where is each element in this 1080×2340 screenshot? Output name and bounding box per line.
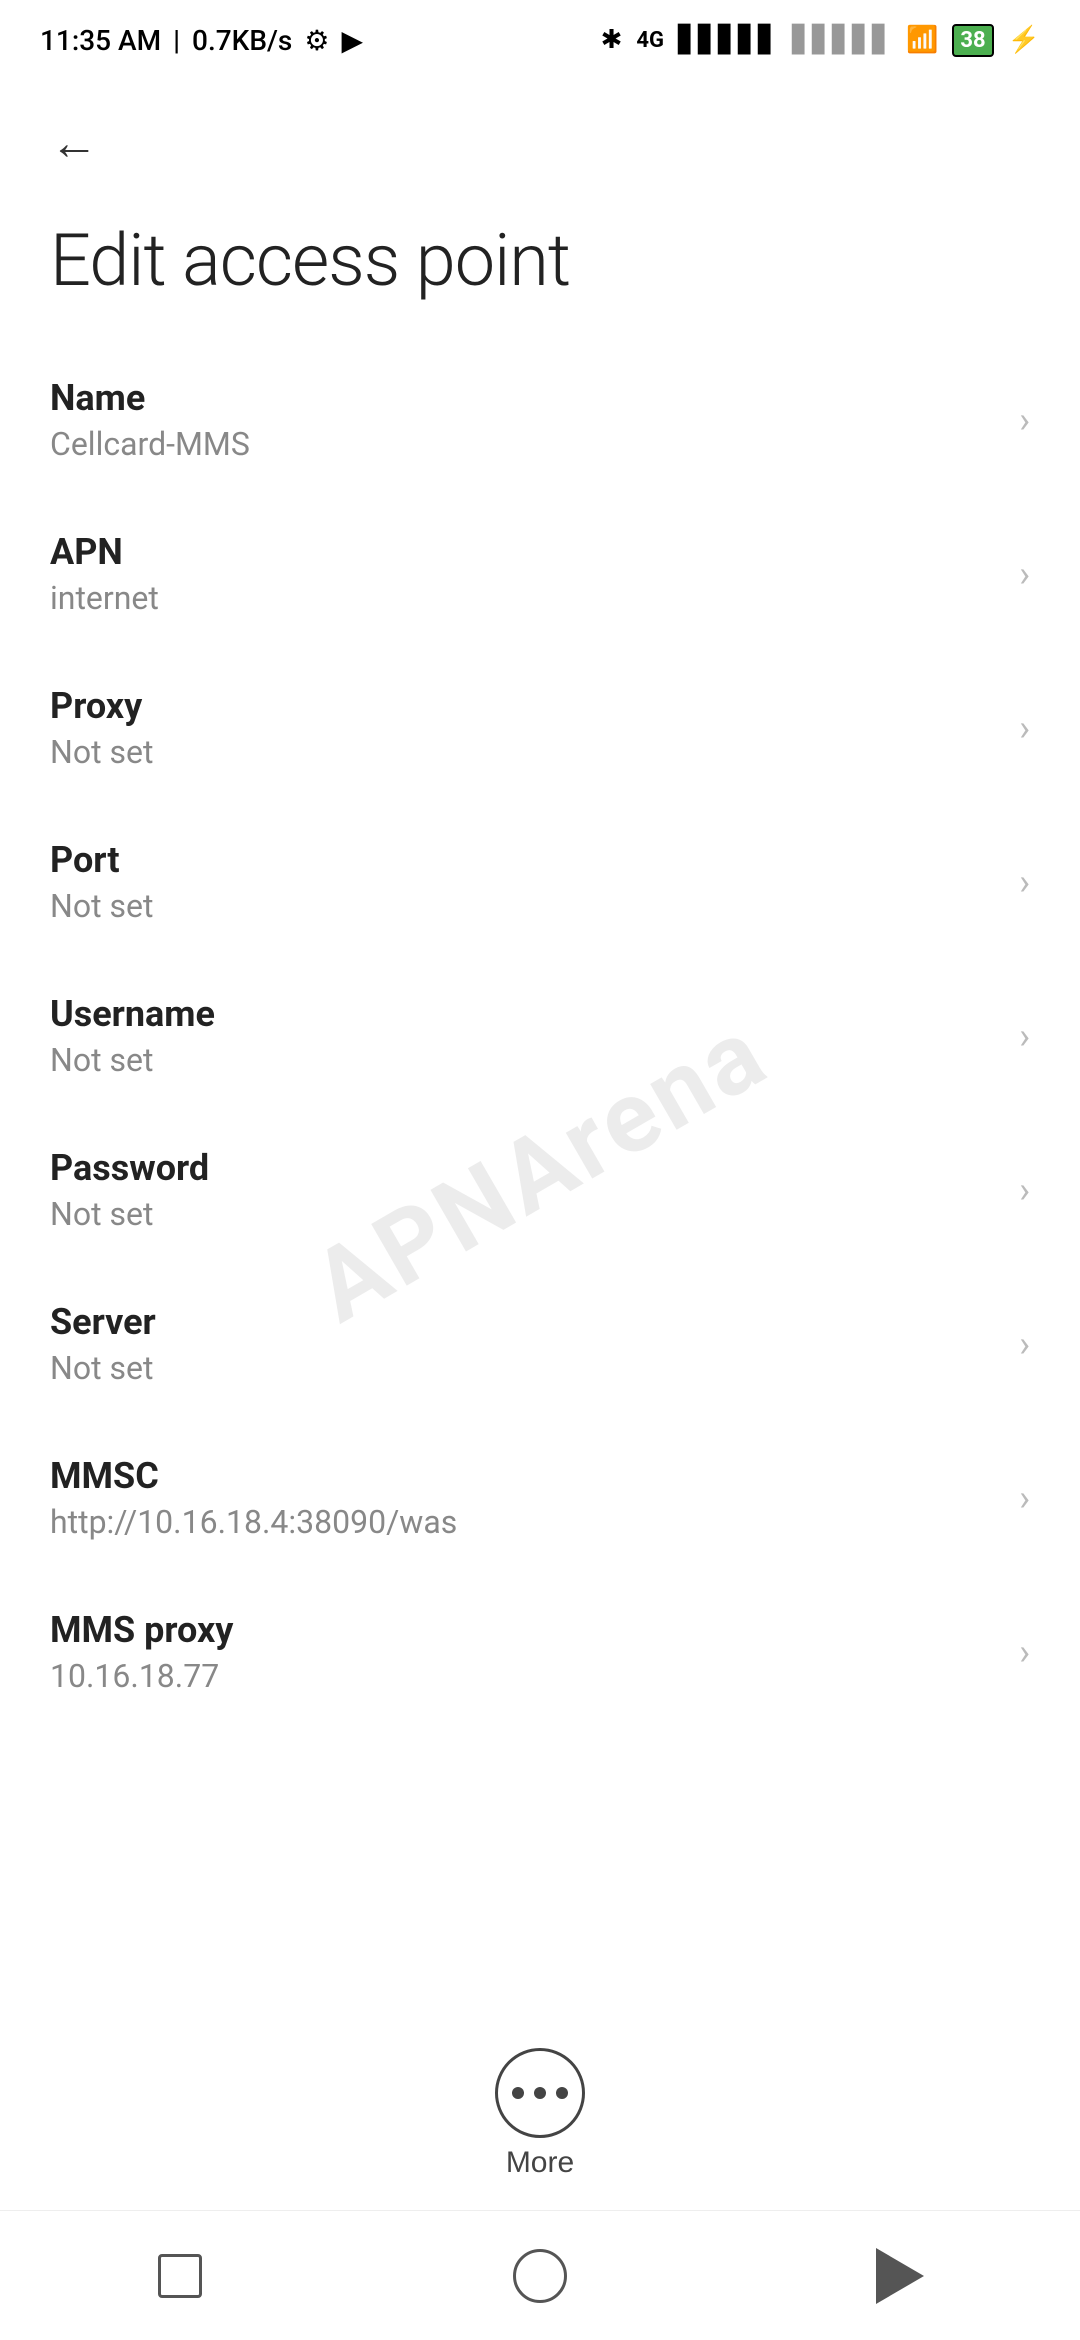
- nav-home-button[interactable]: [495, 2231, 585, 2321]
- settings-item-content-username: Username Not set: [50, 993, 999, 1079]
- chevron-right-icon-password: ›: [1019, 1169, 1030, 1211]
- chevron-right-icon-proxy: ›: [1019, 707, 1030, 749]
- settings-item-value-name: Cellcard-MMS: [50, 425, 999, 463]
- settings-item-port[interactable]: Port Not set ›: [0, 805, 1080, 959]
- chevron-right-icon-username: ›: [1019, 1015, 1030, 1057]
- settings-item-value-port: Not set: [50, 887, 999, 925]
- nav-recent-button[interactable]: [135, 2231, 225, 2321]
- chevron-right-icon-mms-proxy: ›: [1019, 1631, 1030, 1673]
- top-nav: ←: [0, 80, 1080, 198]
- settings-item-content-port: Port Not set: [50, 839, 999, 925]
- settings-item-value-mmsc: http://10.16.18.4:38090/was: [50, 1503, 999, 1541]
- nav-bar: [0, 2210, 1080, 2340]
- settings-item-name[interactable]: Name Cellcard-MMS ›: [0, 343, 1080, 497]
- settings-item-proxy[interactable]: Proxy Not set ›: [0, 651, 1080, 805]
- settings-item-label-mms-proxy: MMS proxy: [50, 1609, 999, 1651]
- page-title: Edit access point: [0, 198, 1080, 343]
- settings-item-content-name: Name Cellcard-MMS: [50, 377, 999, 463]
- chevron-right-icon-mmsc: ›: [1019, 1477, 1030, 1519]
- status-left: 11:35 AM | 0.7KB/s ⚙ ▶: [40, 24, 363, 57]
- nav-back-button[interactable]: [855, 2231, 945, 2321]
- settings-item-label-apn: APN: [50, 531, 999, 573]
- settings-item-password[interactable]: Password Not set ›: [0, 1113, 1080, 1267]
- settings-item-content-password: Password Not set: [50, 1147, 999, 1233]
- settings-item-username[interactable]: Username Not set ›: [0, 959, 1080, 1113]
- back-arrow-icon: ←: [50, 120, 98, 168]
- settings-icon: ⚙: [304, 24, 329, 57]
- settings-item-label-proxy: Proxy: [50, 685, 999, 727]
- settings-item-value-server: Not set: [50, 1349, 999, 1387]
- settings-item-value-mms-proxy: 10.16.18.77: [50, 1657, 999, 1695]
- settings-list: Name Cellcard-MMS › APN internet › Proxy…: [0, 343, 1080, 1729]
- wifi-icon: 📶: [906, 25, 938, 55]
- recent-apps-icon: [158, 2254, 202, 2298]
- settings-item-value-password: Not set: [50, 1195, 999, 1233]
- settings-item-value-username: Not set: [50, 1041, 999, 1079]
- settings-item-value-proxy: Not set: [50, 733, 999, 771]
- camera-icon: ▶: [341, 24, 363, 57]
- chevron-right-icon-apn: ›: [1019, 553, 1030, 595]
- settings-item-server[interactable]: Server Not set ›: [0, 1267, 1080, 1421]
- status-bar: 11:35 AM | 0.7KB/s ⚙ ▶ ✱ 4G ▋▋▋▋▋ ▋▋▋▋▋ …: [0, 0, 1080, 80]
- more-section: More: [0, 2048, 1080, 2180]
- signal-bars-icon: ▋▋▋▋▋: [678, 25, 778, 55]
- status-separator: |: [173, 24, 180, 57]
- signal-4g-icon: 4G: [636, 28, 664, 53]
- charging-icon: ⚡: [1008, 25, 1040, 55]
- settings-item-label-username: Username: [50, 993, 999, 1035]
- chevron-right-icon-port: ›: [1019, 861, 1030, 903]
- settings-item-content-mms-proxy: MMS proxy 10.16.18.77: [50, 1609, 999, 1695]
- battery-icon: 38: [952, 24, 993, 57]
- more-circle-icon: [495, 2048, 585, 2138]
- settings-item-label-port: Port: [50, 839, 999, 881]
- more-button[interactable]: More: [495, 2048, 585, 2180]
- settings-item-content-proxy: Proxy Not set: [50, 685, 999, 771]
- signal-bars2-icon: ▋▋▋▋▋: [792, 25, 892, 55]
- settings-item-mmsc[interactable]: MMSC http://10.16.18.4:38090/was ›: [0, 1421, 1080, 1575]
- settings-item-label-password: Password: [50, 1147, 999, 1189]
- settings-item-value-apn: internet: [50, 579, 999, 617]
- more-dots-icon: [512, 2087, 568, 2099]
- chevron-right-icon-name: ›: [1019, 399, 1030, 441]
- settings-item-label-mmsc: MMSC: [50, 1455, 999, 1497]
- settings-item-label-server: Server: [50, 1301, 999, 1343]
- status-network-speed: 0.7KB/s: [192, 24, 292, 57]
- status-time: 11:35 AM: [40, 24, 161, 57]
- settings-item-content-server: Server Not set: [50, 1301, 999, 1387]
- back-nav-icon: [876, 2248, 924, 2304]
- status-right: ✱ 4G ▋▋▋▋▋ ▋▋▋▋▋ 📶 38 ⚡: [601, 24, 1040, 57]
- home-icon: [513, 2249, 567, 2303]
- settings-item-mms-proxy[interactable]: MMS proxy 10.16.18.77 ›: [0, 1575, 1080, 1729]
- settings-item-apn[interactable]: APN internet ›: [0, 497, 1080, 651]
- settings-item-label-name: Name: [50, 377, 999, 419]
- bluetooth-icon: ✱: [601, 25, 623, 55]
- chevron-right-icon-server: ›: [1019, 1323, 1030, 1365]
- settings-item-content-apn: APN internet: [50, 531, 999, 617]
- back-button[interactable]: ←: [40, 110, 108, 178]
- settings-item-content-mmsc: MMSC http://10.16.18.4:38090/was: [50, 1455, 999, 1541]
- more-label: More: [506, 2146, 574, 2180]
